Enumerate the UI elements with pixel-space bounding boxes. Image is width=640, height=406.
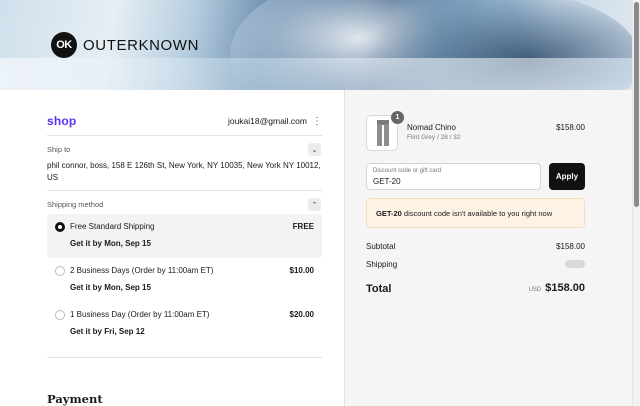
brand-logo[interactable]: OK OUTERKNOWN <box>51 32 199 58</box>
radio-button-selected[interactable] <box>55 222 65 232</box>
brand-logo-mark: OK <box>51 32 77 58</box>
currency-code: USD <box>528 287 542 293</box>
shipping-option-eta: Get it by Fri, Sep 12 <box>70 327 145 336</box>
product-price: $158.00 <box>556 123 585 132</box>
account-email: joukai18@gmail.com <box>227 116 307 126</box>
shipping-option-price: $10.00 <box>289 266 314 275</box>
order-summary: 1 Nomad Chino Flint Grey / 28 / 32 $158.… <box>344 90 632 406</box>
shop-pay-row: shop joukai18@gmail.com ⋮ <box>47 114 322 128</box>
checkout-form: shop joukai18@gmail.com ⋮ Ship to ⌄ phil… <box>0 90 344 406</box>
shipping-address: phil connor, boss, 158 E 126th St, New Y… <box>47 161 321 182</box>
subtotal-value: $158.00 <box>556 242 585 251</box>
apply-button[interactable]: Apply <box>549 163 585 190</box>
shipping-option-name: 2 Business Days (Order by 11:00am ET) <box>70 266 214 275</box>
kebab-icon[interactable]: ⋮ <box>312 116 322 127</box>
page-scrollbar[interactable] <box>632 0 640 406</box>
total-amount: USD $158.00 <box>529 282 585 294</box>
shipping-option-price: FREE <box>292 222 314 231</box>
chevron-up-icon[interactable]: ⌃ <box>308 198 321 211</box>
discount-code-input[interactable]: Discount code or gift card GET-20 <box>366 163 541 190</box>
hero-banner: OK OUTERKNOWN <box>0 0 632 90</box>
chevron-down-icon[interactable]: ⌄ <box>308 143 321 156</box>
shipping-label: Shipping <box>366 260 398 269</box>
divider <box>47 190 322 191</box>
shipping-option-standard[interactable]: Free Standard Shipping FREE Get it by Mo… <box>47 214 322 258</box>
shipping-option-name: 1 Business Day (Order by 11:00am ET) <box>70 310 210 319</box>
quantity-badge: 1 <box>391 111 404 124</box>
divider <box>47 135 322 136</box>
product-name: Nomad Chino <box>407 123 456 132</box>
radio-button[interactable] <box>55 266 65 276</box>
shipping-option-eta: Get it by Mon, Sep 15 <box>70 239 151 248</box>
ship-to-label: Ship to <box>47 145 71 154</box>
divider <box>47 357 322 358</box>
shipping-method-label: Shipping method <box>47 200 104 209</box>
brand-logo-text: OUTERKNOWN <box>83 36 199 54</box>
product-variant: Flint Grey / 28 / 32 <box>407 134 461 141</box>
notice-code: GET-20 <box>376 209 402 218</box>
discount-code-value[interactable]: GET-20 <box>373 177 401 186</box>
discount-code-label: Discount code or gift card <box>373 168 442 174</box>
pants-icon <box>377 120 389 146</box>
shop-pay-logo: shop <box>47 114 77 128</box>
subtotal-label: Subtotal <box>366 242 396 251</box>
discount-notice: GET-20 discount code isn't available to … <box>366 198 585 228</box>
shipping-value-loading <box>565 260 585 268</box>
total-label: Total <box>366 283 392 295</box>
shipping-option-price: $20.00 <box>289 310 314 319</box>
shipping-option-1-day[interactable]: 1 Business Day (Order by 11:00am ET) $20… <box>47 302 322 346</box>
scrollbar-thumb[interactable] <box>634 2 639 207</box>
shipping-option-eta: Get it by Mon, Sep 15 <box>70 283 151 292</box>
payment-heading: Payment <box>47 392 103 406</box>
total-value: $158.00 <box>545 282 585 294</box>
account-info: joukai18@gmail.com ⋮ <box>228 116 322 127</box>
shipping-option-name: Free Standard Shipping <box>70 222 155 231</box>
radio-button[interactable] <box>55 310 65 320</box>
notice-text: discount code isn't available to you rig… <box>401 209 553 218</box>
wave-foam <box>0 58 632 90</box>
shipping-option-2-day[interactable]: 2 Business Days (Order by 11:00am ET) $1… <box>47 258 322 302</box>
